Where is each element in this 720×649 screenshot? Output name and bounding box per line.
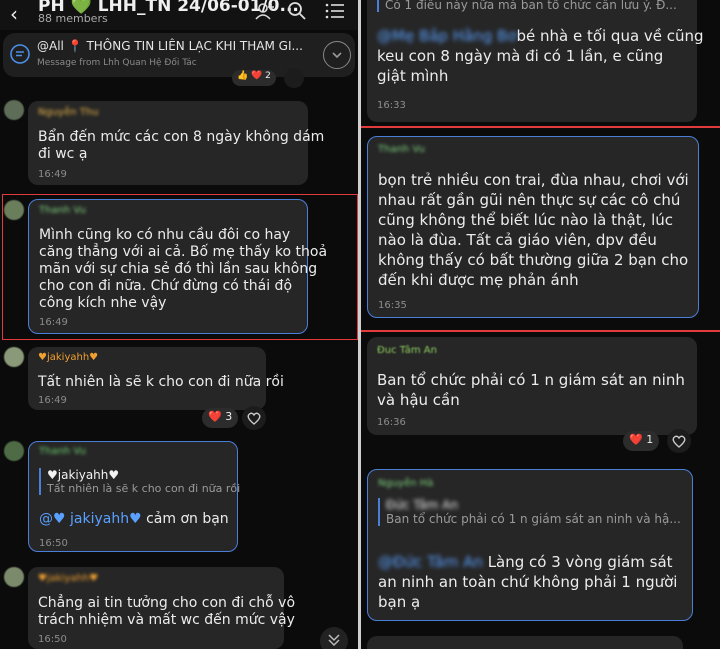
scroll-down-button[interactable] — [320, 627, 348, 649]
mention-link[interactable]: @♥ jakiyahh♥ — [39, 511, 142, 527]
reaction-badge[interactable]: ❤️ 3 — [202, 408, 239, 428]
heart-outline-icon — [672, 435, 686, 448]
message-text: mãn với sự chia sẻ đó thì lần sau không — [39, 261, 318, 277]
message-time: 16:50 — [39, 538, 68, 549]
add-member-icon[interactable] — [254, 0, 276, 22]
member-count: 88 members — [38, 12, 108, 25]
message-text: Tất nhiên là sẽ k cho con đi nữa rồi — [38, 374, 284, 390]
message-text: @Đức Tâm An Làng có 3 vòng giám sát — [378, 553, 673, 571]
avatar[interactable] — [4, 100, 24, 120]
message-text: Bẩn đến mức các con 8 ngày không dám — [38, 129, 325, 145]
avatar[interactable] — [4, 441, 24, 461]
message-text: trách nhiệm và mất wc đến mức vậy — [38, 612, 295, 628]
mention-link[interactable]: @Đức Tâm An — [378, 553, 483, 571]
sender-name: Đuc Tâm An — [377, 345, 437, 356]
reply-sender: Đức Tâm An — [386, 498, 458, 512]
message-bubble[interactable]: Nguyễn Hà Đức Tâm An Ban tổ chức phải có… — [367, 469, 693, 621]
chat-header: ‹ PH 💚 LHH_TN 24/06-01/0... 88 members — [0, 0, 358, 30]
message-time: 16:49 — [38, 169, 67, 180]
heart-outline-icon — [247, 412, 261, 425]
search-icon[interactable] — [286, 0, 308, 22]
reaction-badge[interactable]: ❤️ 1 — [623, 431, 660, 451]
reaction-badge[interactable]: 👍 ❤️ 2 — [232, 70, 276, 86]
message-text: nhau rất gần gũi nên thực sự các cô chú — [378, 191, 681, 209]
chevron-down-icon[interactable] — [323, 41, 351, 69]
message-text: nào là đùa. Tất cả giáo viên, dpv đều — [378, 231, 657, 249]
message-bubble[interactable]: ♥jakiyahh♥ Tất nhiên là sẽ k cho con đi … — [28, 347, 284, 410]
message-bubble[interactable]: Thanh Vu bọn trẻ nhiều con trai, đùa nha… — [367, 136, 699, 318]
annotation-line — [361, 330, 720, 332]
message-icon — [10, 44, 30, 64]
like-button[interactable] — [284, 68, 304, 88]
like-button[interactable] — [242, 406, 266, 430]
sender-name: Thanh Vu — [378, 144, 425, 155]
message-text: đến khi được mẹ phản ánh — [378, 271, 579, 289]
sender-name: ♥jakiyahh♥ — [38, 352, 99, 363]
menu-icon[interactable] — [324, 0, 346, 22]
message-bubble[interactable] — [367, 636, 683, 649]
sender-name: ♥jakiyahh♥ — [38, 573, 99, 584]
reply-text: Tất nhiên là sẽ k cho con đi nữa rồi — [47, 482, 241, 495]
message-text: và hậu cần — [377, 391, 460, 409]
message-text: công kích nhe vậy — [39, 295, 167, 311]
message-bubble[interactable]: Đuc Tâm An Ban tổ chức phải có 1 n giám … — [367, 337, 697, 435]
avatar[interactable] — [4, 347, 24, 367]
message-text: bọn trẻ nhiều con trai, đùa nhau, chơi v… — [378, 171, 689, 189]
reply-quote[interactable]: Đức Tâm An Ban tổ chức phải có 1 n giám … — [378, 498, 684, 526]
chevron-left-icon[interactable]: ‹ — [10, 2, 18, 26]
message-text: Mình cũng ko có nhu cầu đôi co hay — [39, 227, 291, 243]
sender-name: Thanh Vu — [39, 446, 86, 457]
like-button[interactable] — [667, 429, 691, 453]
message-text: đi wc ạ — [38, 146, 88, 162]
sender-name: Nguyễn Thu — [38, 107, 99, 118]
pinned-subtitle: Message from Lhh Quan Hệ Đối Tác — [37, 58, 197, 68]
message-text: không thấy có bất thường giữa 2 bạn cho — [378, 251, 689, 269]
mention-link[interactable]: @Mẹ Bắp Hằng Bơ — [377, 27, 516, 45]
message-text: an ninh an toàn chứ không phải 1 người — [378, 573, 678, 591]
message-bubble[interactable]: ♥jakiyahh♥ Chẳng ai tin tưởng cho con đi… — [28, 567, 295, 649]
message-text: căng thẳng với ai cả. Bố mẹ thấy ko thoả — [39, 244, 328, 260]
message-bubble[interactable]: Nguyễn Thu Bẩn đến mức các con 8 ngày kh… — [28, 101, 324, 185]
message-bubble[interactable]: Thanh Vu Mình cũng ko có nhu cầu đôi co … — [28, 199, 327, 334]
message-bubble[interactable]: Thanh Vu ♥jakiyahh♥ Tất nhiên là sẽ k ch… — [28, 441, 241, 552]
reply-text: Ban tổ chức phải có 1 n giám sát an ninh… — [386, 512, 681, 526]
reply-quote[interactable]: Có 1 điều này nữa mà ban tổ chức cần lưu… — [377, 0, 687, 12]
pinned-message-banner[interactable]: @All 📍 THÔNG TIN LIÊN LẠC KHI THAM GI...… — [3, 33, 355, 77]
message-time: 16:35 — [378, 300, 407, 311]
reply-sender: ♥jakiyahh♥ — [47, 468, 120, 482]
message-text: @Mẹ Bắp Hằng Bơbé nhà e tối qua về cũng — [377, 27, 704, 45]
message-text: cũng không thể biết lúc nào là thật, lúc — [378, 211, 674, 229]
pinned-title: @All 📍 THÔNG TIN LIÊN LẠC KHI THAM GI... — [37, 39, 303, 53]
message-text: bạn ạ — [378, 593, 421, 611]
avatar[interactable] — [4, 567, 24, 587]
message-time: 16:49 — [38, 395, 67, 406]
message-text: Ban tổ chức phải có 1 n giám sát an ninh — [377, 371, 685, 389]
annotation-line — [361, 126, 720, 128]
message-text: Chẳng ai tin tưởng cho con đi chỗ vô — [38, 595, 296, 611]
reply-text: Có 1 điều này nữa mà ban tổ chức cần lưu… — [385, 0, 677, 12]
message-text: keu con 8 ngày mà đi có 1 lần, e cũng — [377, 47, 664, 65]
sender-name: Nguyễn Hà — [378, 478, 434, 489]
avatar[interactable] — [4, 200, 24, 220]
message-text: cho con đi nữa. Chứ đừng có thái độ — [39, 278, 293, 294]
message-text: giật mình — [377, 67, 449, 85]
message-text: @♥ jakiyahh♥ cảm ơn bạn — [39, 511, 229, 527]
message-time: 16:49 — [39, 317, 68, 328]
right-chat-screenshot: Có 1 điều này nữa mà ban tổ chức cần lưu… — [361, 0, 720, 649]
message-time: 16:50 — [38, 634, 67, 645]
message-time: 16:33 — [377, 100, 406, 111]
sender-name: Thanh Vu — [39, 205, 86, 216]
message-bubble[interactable]: Có 1 điều này nữa mà ban tổ chức cần lưu… — [367, 0, 704, 122]
message-time: 16:36 — [377, 417, 406, 428]
double-chevron-down-icon — [328, 634, 340, 647]
reply-quote[interactable]: ♥jakiyahh♥ Tất nhiên là sẽ k cho con đi … — [39, 468, 241, 495]
left-chat-screenshot: ‹ PH 💚 LHH_TN 24/06-01/0... 88 members @… — [0, 0, 358, 649]
